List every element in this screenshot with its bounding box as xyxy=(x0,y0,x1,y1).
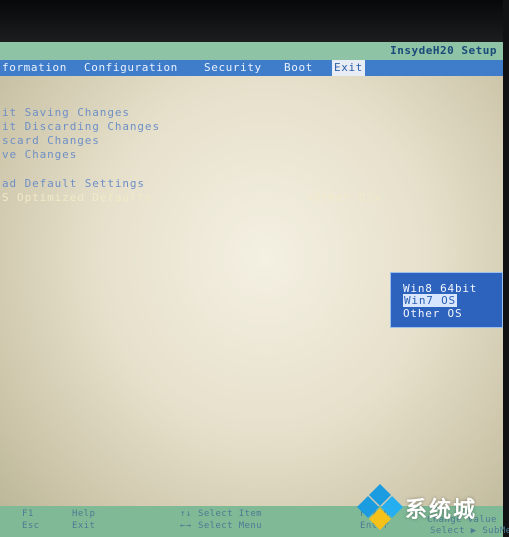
os-optimized-defaults-value[interactable]: <Other OS> xyxy=(306,191,381,204)
watermark-text: 系统城 xyxy=(405,498,478,523)
key-updown: ↑↓ xyxy=(180,509,192,519)
app-title: InsydeH20 Setup xyxy=(390,44,497,57)
tab-boot[interactable]: Boot xyxy=(284,60,313,76)
bios-screen: InsydeH20 Setup formation Configuration … xyxy=(0,0,509,537)
key-esc: Esc xyxy=(22,521,40,531)
monitor-bezel-right xyxy=(503,0,509,537)
menu-bar: formation Configuration Security Boot Ex… xyxy=(0,60,503,76)
tab-exit[interactable]: Exit xyxy=(332,60,365,76)
key-leftright: ←→ xyxy=(180,521,192,531)
key-f1-desc: Help xyxy=(72,509,96,519)
os-select-popup: Win8 64bit Win7 OS Other OS xyxy=(390,272,503,328)
option-exit-saving-changes[interactable]: it Saving Changes xyxy=(2,106,130,119)
diamond-logo-icon xyxy=(357,484,403,530)
tab-information[interactable]: formation xyxy=(2,60,67,76)
popup-item-other-os[interactable]: Other OS xyxy=(403,307,462,320)
key-leftright-desc: Select Menu xyxy=(198,521,263,531)
option-os-optimized-defaults[interactable]: S Optimized Defaults xyxy=(2,191,152,204)
popup-item-win7-os[interactable]: Win7 OS xyxy=(403,294,457,307)
option-exit-discarding-changes[interactable]: it Discarding Changes xyxy=(2,120,160,133)
watermark-logo: 系统城 xyxy=(355,480,509,537)
key-f1: F1 xyxy=(22,509,34,519)
key-esc-desc: Exit xyxy=(72,521,96,531)
monitor-bezel xyxy=(0,0,509,42)
option-discard-changes[interactable]: scard Changes xyxy=(2,134,100,147)
tab-security[interactable]: Security xyxy=(204,60,262,76)
title-bar: InsydeH20 Setup xyxy=(0,42,503,60)
option-save-changes[interactable]: ve Changes xyxy=(2,148,77,161)
key-updown-desc: Select Item xyxy=(198,509,263,519)
tab-configuration[interactable]: Configuration xyxy=(84,60,178,76)
option-load-default-settings[interactable]: ad Default Settings xyxy=(2,177,145,190)
